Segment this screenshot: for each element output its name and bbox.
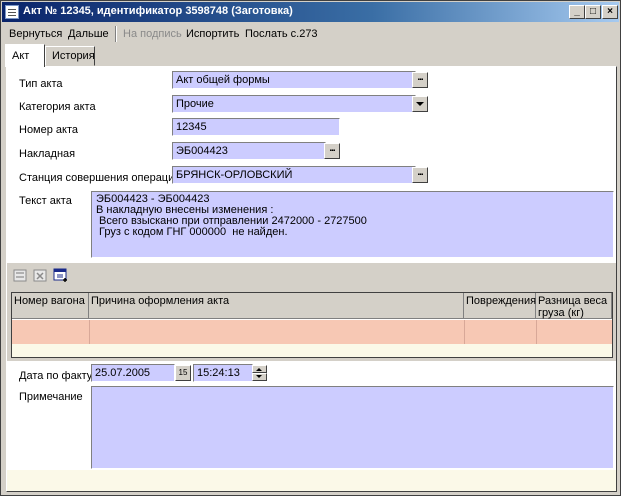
station-label: Станция совершения операции [19, 172, 181, 184]
act-text-area[interactable]: ЭБ004423 - ЭБ004423 В накладную внесены … [91, 191, 614, 258]
station-select-button[interactable]: ... [412, 167, 428, 183]
window-title: Акт № 12345, идентификатор 3598748 (Заго… [23, 5, 293, 17]
title-bar: Акт № 12345, идентификатор 3598748 (Заго… [2, 2, 619, 22]
tab-history[interactable]: История [45, 46, 95, 66]
menu-back[interactable]: Вернуться [9, 28, 62, 40]
actual-date-field[interactable]: 25.07.2005 [91, 364, 175, 382]
station-field[interactable]: БРЯНСК-ОРЛОВСКИЙ [172, 166, 416, 184]
bottom-strip [7, 470, 616, 491]
document-icon [5, 5, 19, 19]
add-record-icon[interactable] [52, 267, 70, 283]
tab-act[interactable]: Акт [5, 44, 45, 67]
menu-bar: Вернуться Дальше На подпись Испортить По… [2, 23, 619, 45]
chevron-down-icon[interactable] [252, 373, 267, 381]
wagons-table[interactable]: Номер вагона Причина оформления акта Пов… [11, 292, 613, 358]
number-label: Номер акта [19, 124, 79, 136]
actual-time-field[interactable]: 15:24:13 [193, 364, 253, 382]
table-empty-area [12, 344, 612, 357]
act-text-line: Груз с кодом ГНГ 000000 не найден. [96, 226, 288, 238]
waybill-field[interactable]: ЭБ004423 [172, 142, 326, 160]
calendar-icon[interactable]: 15 [175, 365, 191, 381]
menu-send[interactable]: Послать с.273 [245, 28, 318, 40]
act-type-field[interactable]: Акт общей формы [172, 71, 416, 89]
column-header[interactable]: Разница веса груза (кг) [536, 293, 612, 319]
column-header[interactable]: Номер вагона [12, 293, 89, 319]
note-label: Примечание [19, 391, 83, 403]
maximize-button[interactable]: □ [585, 5, 601, 19]
menu-spoil[interactable]: Испортить [186, 28, 239, 40]
menu-next[interactable]: Дальше [68, 28, 109, 40]
category-label: Категория акта [19, 101, 96, 113]
chevron-up-icon[interactable] [252, 365, 267, 373]
waybill-select-button[interactable]: ... [324, 143, 340, 159]
column-header[interactable]: Причина оформления акта [89, 293, 464, 319]
note-text-area[interactable] [91, 386, 614, 469]
time-spinner[interactable] [252, 365, 267, 381]
act-text-label: Текст акта [19, 195, 72, 207]
delete-record-icon[interactable] [32, 267, 50, 283]
category-select[interactable]: Прочие [172, 95, 416, 113]
wagons-section: Номер вагона Причина оформления акта Пов… [7, 263, 616, 361]
act-type-label: Тип акта [19, 78, 63, 90]
edit-record-icon[interactable] [12, 267, 30, 283]
application-window: Акт № 12345, идентификатор 3598748 (Заго… [0, 0, 621, 496]
cell-divider [536, 320, 537, 344]
menu-separator [115, 26, 117, 42]
act-number-field[interactable]: 12345 [172, 118, 340, 136]
actual-date-label: Дата по факту [19, 370, 93, 382]
column-header[interactable]: Повреждения [464, 293, 536, 319]
menu-sign[interactable]: На подпись [123, 28, 182, 40]
category-dropdown-button[interactable] [412, 96, 428, 112]
act-panel: Тип акта Акт общей формы ... Категория а… [6, 66, 617, 492]
act-type-select-button[interactable]: ... [412, 72, 428, 88]
waybill-label: Накладная [19, 148, 76, 160]
cell-divider [89, 320, 90, 344]
minimize-button[interactable]: _ [569, 5, 585, 19]
close-button[interactable]: × [602, 5, 618, 19]
table-row[interactable] [12, 320, 612, 344]
cell-divider [464, 320, 465, 344]
